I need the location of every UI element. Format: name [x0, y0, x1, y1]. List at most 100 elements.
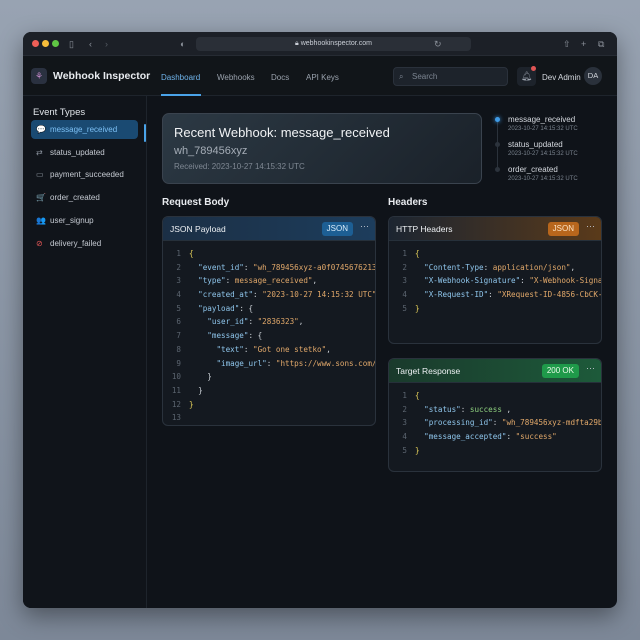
code-token: "X-Webhook-Signature" [424, 276, 521, 286]
app-header: ⚘ Webhook Inspector Dashboard Webhooks D… [23, 56, 617, 96]
sidebar-item-message-received[interactable]: 💬 message_received [31, 120, 138, 139]
more-options-icon[interactable]: ··· [586, 221, 595, 231]
code-line: 9 "image_url": "https://www.sons.com/ve [163, 357, 376, 371]
line-number: 1 [402, 391, 407, 400]
sidebar-toggle-icon[interactable]: ▯ [69, 37, 74, 51]
user-icon: 👥 [36, 215, 46, 225]
reload-icon[interactable]: ↻ [434, 37, 442, 51]
sidebar-item-user-signup[interactable]: 👥 user_signup [31, 211, 138, 230]
format-badge[interactable]: JSON [321, 222, 353, 236]
code-line: 6 "user_id": "2836323", [163, 315, 375, 329]
line-number: 3 [402, 276, 407, 286]
sidebar: Event Types 💬 message_received ⇄ status_upd… [23, 96, 147, 608]
line-number: 9 [176, 358, 181, 368]
code-token: , [570, 262, 576, 272]
code-token: : [506, 432, 516, 442]
code-token: message_received" [234, 276, 313, 286]
code-token: "user_id" [207, 317, 249, 327]
recent-webhook-card[interactable]: Recent Webhook: message_received wh_7894… [162, 113, 482, 184]
tabs-overview-icon[interactable]: ⧉ [598, 37, 604, 51]
webhook-logo-icon: ⚘ [31, 68, 47, 84]
code-token: "XRequest-ID-4856-CbCK-83 [497, 290, 602, 300]
line-number: 13 [171, 413, 181, 423]
line-number: 1 [176, 249, 181, 258]
message-icon: 💬 [36, 125, 46, 134]
code-token: "message_accepted" [424, 432, 507, 442]
line-number: 4 [176, 290, 181, 300]
share-icon[interactable]: ⇧ [563, 37, 571, 51]
payment-icon: ▭ [36, 170, 44, 180]
search-input[interactable]: ⌕ Search [393, 67, 508, 86]
nav-docs[interactable]: Docs [271, 73, 289, 82]
maximize-window-button[interactable] [52, 40, 59, 47]
code-token: "https://www.sons.com/ve [275, 358, 376, 368]
sidebar-item-label: message_received [50, 125, 118, 134]
code-token: "type" [198, 276, 226, 286]
code-token: } [189, 385, 203, 395]
code-line: 3 "processing_id": "wh_789456xyz-mdfta29… [389, 416, 602, 430]
nav-webhooks[interactable]: Webhooks [217, 73, 255, 82]
address-bar[interactable]: 🔒︎ webhookinspector.com [196, 37, 471, 51]
close-window-button[interactable] [32, 40, 39, 47]
sidebar-item-status-updated[interactable]: ⇄ status_updated [31, 143, 138, 162]
code-token: success [469, 404, 502, 414]
sidebar-item-payment-succeeded[interactable]: ▭ payment_succeeded [31, 165, 138, 184]
sidebar-item-delivery-failed[interactable]: ⊘ delivery_failed [31, 234, 138, 253]
line-number: 2 [402, 404, 407, 414]
user-name[interactable]: Dev Admin [542, 73, 581, 82]
code-token: , [312, 276, 318, 286]
code-token: : [483, 262, 493, 272]
timeline-dot [495, 117, 500, 122]
format-badge[interactable]: JSON [547, 222, 579, 236]
code-line: 3 "X-Webhook-Signature": "X-Webhook-Sign… [389, 274, 602, 288]
code-line: 1{ [163, 247, 375, 261]
new-tab-icon[interactable]: + [581, 37, 586, 51]
code-line: 5 "payload": { [163, 302, 375, 316]
timeline-timestamp: 2023-10-27 14:15:32 UTC [508, 126, 578, 132]
more-options-icon[interactable]: ··· [586, 363, 595, 373]
code-token: { [415, 249, 420, 258]
back-icon[interactable]: ‹ [89, 37, 92, 51]
line-number: 7 [176, 331, 181, 341]
code-block: 1{2 "status": success ,3 "processing_id"… [389, 389, 602, 457]
sidebar-item-label: delivery_failed [50, 238, 102, 248]
privacy-shield-icon[interactable]: ◐ [180, 37, 185, 51]
timeline-timestamp: 2023-10-27 14:15:32 UTC [508, 176, 578, 182]
line-number: 4 [402, 432, 407, 442]
code-token: "2836323" [257, 317, 299, 327]
line-number: 3 [176, 276, 181, 286]
sidebar-scrollbar[interactable] [144, 124, 146, 142]
status-icon: ⇄ [36, 147, 43, 157]
code-token: : [488, 290, 498, 300]
code-token: } [189, 399, 194, 409]
code-line: 12} [163, 398, 375, 412]
bell-icon: 🔔︎ [520, 71, 533, 81]
line-number: 2 [402, 262, 407, 272]
code-token: : [253, 290, 263, 300]
code-token: , [501, 404, 512, 414]
code-token: "X-Webhook-Signatur [529, 276, 602, 286]
code-line: 4 "message_accepted": "success" [389, 430, 601, 444]
minimize-window-button[interactable] [42, 40, 49, 47]
code-token: "wh_789456xyz-a0f0745676213" [253, 262, 376, 272]
sidebar-item-order-created[interactable]: 🛒 order_created [31, 188, 138, 207]
avatar[interactable]: DA [584, 67, 602, 85]
line-number: 5 [402, 303, 407, 313]
search-placeholder: Search [412, 72, 438, 81]
line-number: 11 [171, 385, 181, 395]
line-number: 12 [171, 399, 181, 409]
nav-api-keys[interactable]: API Keys [306, 73, 339, 82]
timeline-dot [495, 167, 500, 172]
more-options-icon[interactable]: ··· [360, 221, 369, 231]
forward-icon[interactable]: › [105, 37, 108, 51]
nav-dashboard[interactable]: Dashboard [161, 73, 200, 82]
line-number: 1 [402, 249, 407, 258]
status-badge: 200 OK [541, 364, 579, 378]
code-token: "wh_789456xyz-mdfta29b7e [501, 418, 602, 428]
